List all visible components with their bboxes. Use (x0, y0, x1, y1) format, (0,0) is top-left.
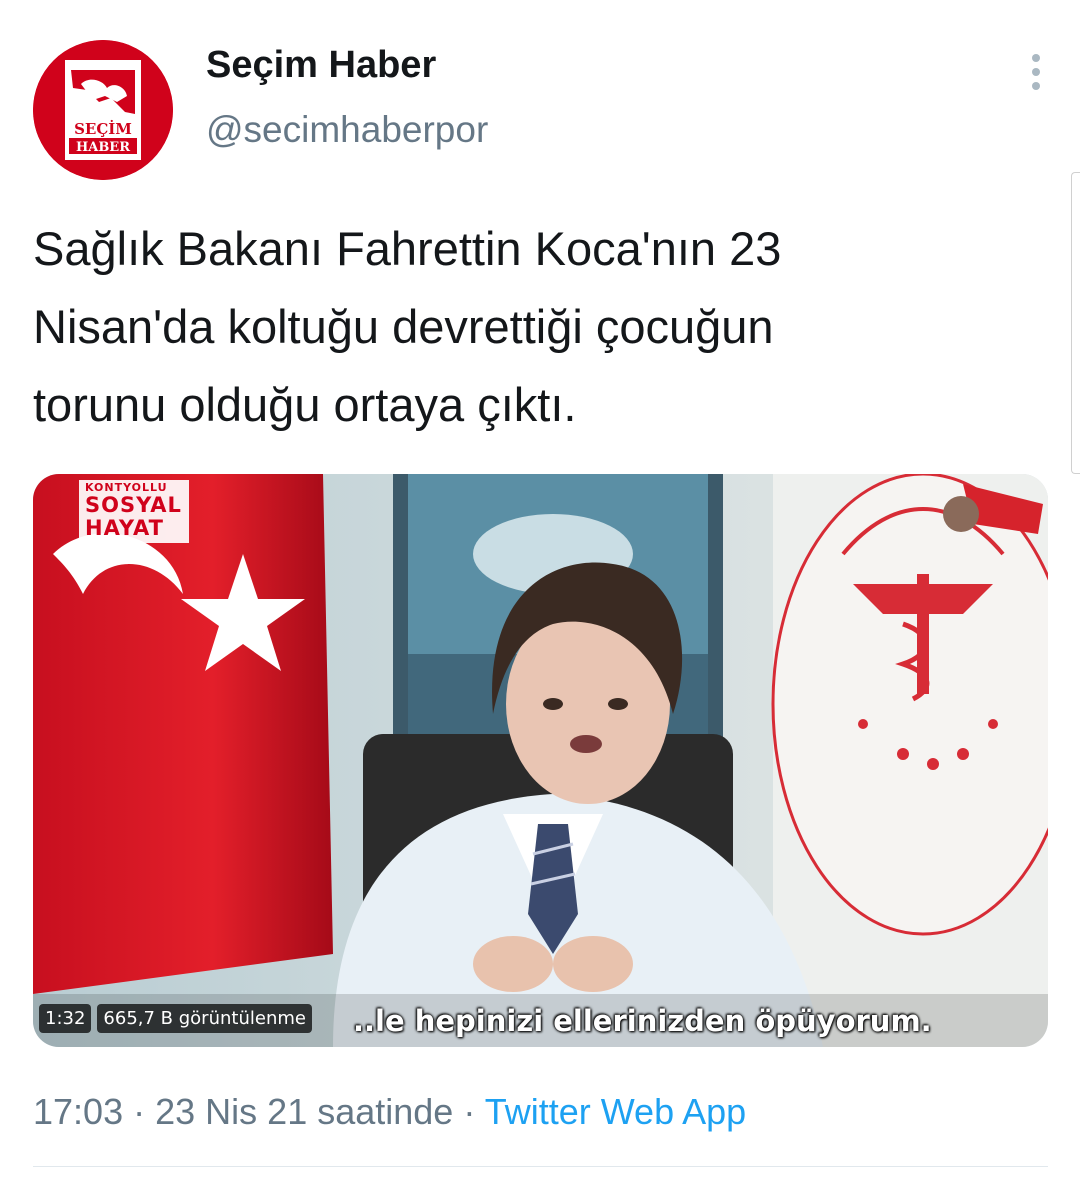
video-meta: 1:32 665,7 B görüntülenme (39, 1002, 312, 1034)
tweet-meta: 17:03 · 23 Nis 21 saatinde · Twitter Web… (33, 1090, 746, 1134)
channel-watermark: KONTYOLLU SOSYAL HAYAT (79, 480, 189, 543)
watermark-line1: SOSYAL (85, 493, 182, 517)
video-subtitle: ..le hepinizi ellerinizden öpüyorum. (353, 1004, 932, 1038)
meta-separator: · (463, 1091, 476, 1132)
video-view-count: 665,7 B görüntülenme (97, 1003, 312, 1033)
scrollbar-thumb[interactable] (1071, 172, 1080, 474)
display-name[interactable]: Seçim Haber (206, 42, 488, 88)
tweet-time[interactable]: 17:03 (33, 1091, 123, 1132)
tweet-text-line: Sağlık Bakanı Fahrettin Koca'nın 23 (33, 222, 782, 275)
watermark-line2: HAYAT (85, 516, 164, 540)
divider (33, 1166, 1048, 1167)
user-handle[interactable]: @secimhaberpor (206, 108, 488, 152)
logo-text-haber: HABER (76, 140, 130, 155)
tweet-header: SEÇİM HABER Seçim Haber @secimhaberpor (33, 30, 1048, 180)
tweet-source-link[interactable]: Twitter Web App (485, 1091, 746, 1132)
secim-haber-logo: SEÇİM HABER (33, 40, 173, 180)
video-player[interactable]: KONTYOLLU SOSYAL HAYAT ..le hepinizi ell… (33, 474, 1048, 1047)
tweet-text-line: Nisan'da koltuğu devrettiği çocuğun (33, 300, 774, 353)
video-frame (33, 474, 1048, 1047)
more-options-button[interactable] (1024, 48, 1048, 98)
meta-separator: · (133, 1091, 146, 1132)
vertical-ellipsis-icon (1032, 54, 1040, 90)
tweet-date[interactable]: 23 Nis 21 saatinde (155, 1091, 453, 1132)
avatar[interactable]: SEÇİM HABER (33, 40, 173, 180)
video-duration: 1:32 (39, 1003, 92, 1033)
watermark-small: KONTYOLLU (85, 481, 168, 494)
user-block: Seçim Haber @secimhaberpor (206, 42, 488, 152)
tweet-text-line: torunu olduğu ortaya çıktı. (33, 378, 577, 431)
logo-text-secim: SEÇİM (74, 119, 132, 138)
tweet-text: Sağlık Bakanı Fahrettin Koca'nın 23 Nisa… (33, 210, 1043, 444)
